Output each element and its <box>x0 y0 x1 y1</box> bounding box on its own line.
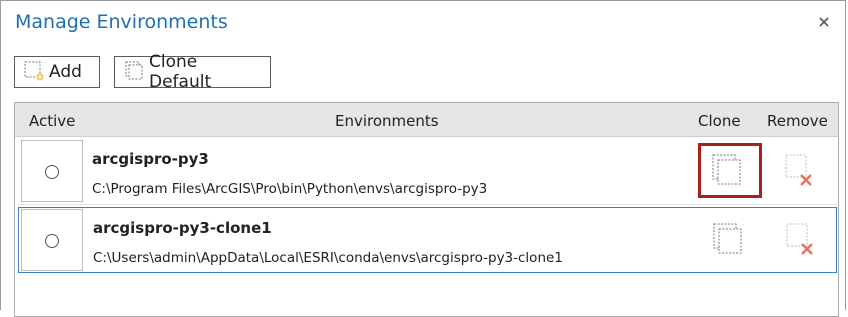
environment-path: C:\Users\admin\AppData\Local\ESRI\conda\… <box>93 250 563 266</box>
add-environment-icon <box>23 59 49 86</box>
add-button[interactable]: Add <box>14 56 100 88</box>
environment-path: C:\Program Files\ArcGIS\Pro\bin\Python\e… <box>92 181 488 197</box>
manage-environments-dialog: Manage Environments Add Clone Default Ac… <box>0 0 846 317</box>
column-header-clone: Clone <box>698 112 741 130</box>
column-header-environments: Environments <box>335 112 439 130</box>
environment-row[interactable]: arcgispro-py3-clone1 C:\Users\admin\AppD… <box>18 207 837 273</box>
close-icon[interactable] <box>817 15 831 29</box>
column-header-remove: Remove <box>767 112 828 130</box>
environment-name: arcgispro-py3-clone1 <box>93 219 272 237</box>
active-radio[interactable] <box>45 165 59 179</box>
environments-grid: Active Environments Clone Remove arcgisp… <box>14 102 839 317</box>
grid-header: Active Environments Clone Remove <box>15 103 838 137</box>
active-cell <box>21 209 83 271</box>
dialog-title: Manage Environments <box>15 11 228 33</box>
active-cell <box>21 140 83 202</box>
clone-icon[interactable] <box>709 220 745 256</box>
environment-name: arcgispro-py3 <box>92 150 209 168</box>
add-button-label: Add <box>49 62 82 82</box>
environment-row[interactable]: arcgispro-py3 C:\Program Files\ArcGIS\Pr… <box>18 139 837 205</box>
remove-icon[interactable] <box>783 220 819 256</box>
clone-icon[interactable] <box>708 151 744 187</box>
column-header-active: Active <box>29 112 76 130</box>
clone-icon <box>123 59 149 86</box>
clone-default-label: Clone Default <box>149 52 212 92</box>
active-radio[interactable] <box>45 234 59 248</box>
remove-icon[interactable] <box>782 151 818 187</box>
clone-default-button[interactable]: Clone Default <box>114 52 271 92</box>
